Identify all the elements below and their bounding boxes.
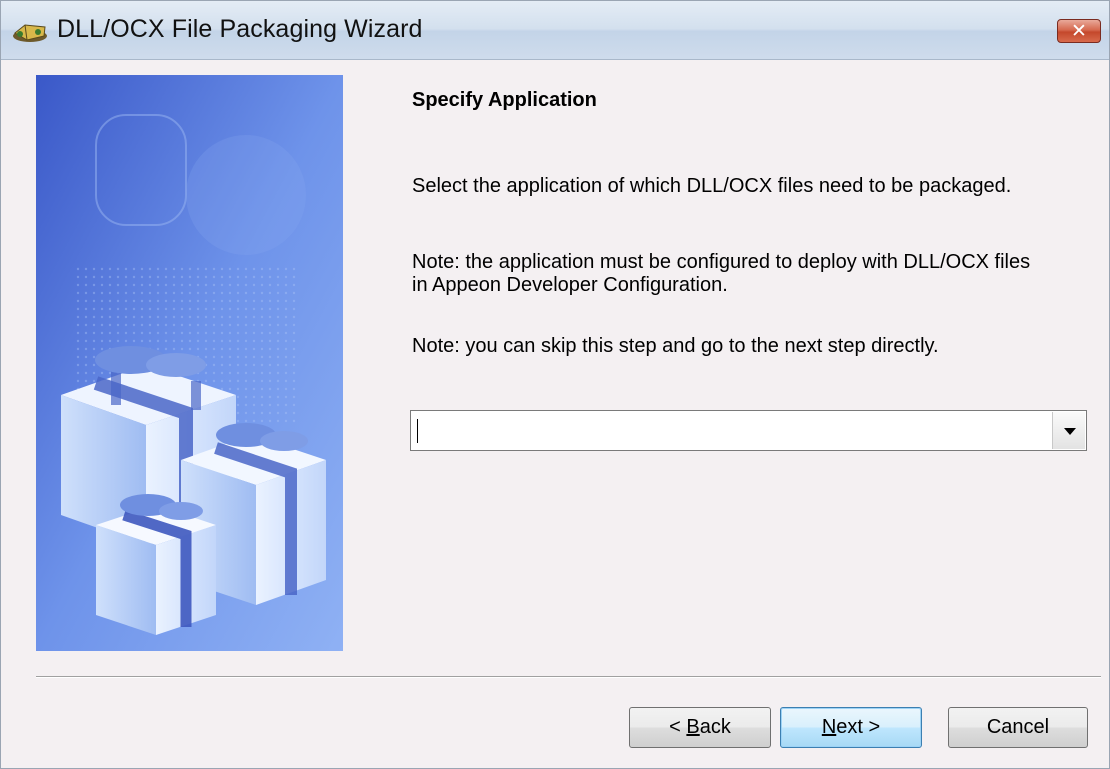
close-icon: ✕: [1071, 20, 1087, 42]
package-icon: [13, 24, 47, 42]
note-skip-text: Note: you can skip this step and go to t…: [412, 335, 939, 357]
title-bar[interactable]: DLL/OCX File Packaging Wizard ✕: [1, 1, 1109, 60]
chevron-down-icon: [1064, 428, 1076, 435]
gift-boxes-illustration: [36, 75, 343, 651]
dropdown-button[interactable]: [1052, 412, 1085, 449]
button-divider: [36, 676, 1101, 678]
close-button[interactable]: ✕: [1057, 19, 1101, 43]
wizard-window: DLL/OCX File Packaging Wizard ✕ Specify …: [0, 0, 1110, 769]
page-heading: Specify Application: [412, 89, 597, 111]
application-select[interactable]: [410, 410, 1087, 451]
text-caret: [417, 419, 418, 443]
next-label-accel: N: [821, 716, 837, 738]
note-config-line-1: Note: the application must be configured…: [412, 251, 1031, 273]
window-title: DLL/OCX File Packaging Wizard: [57, 15, 423, 43]
next-label-rest: ext >: [836, 716, 881, 738]
back-label-accel: B: [686, 716, 700, 738]
back-label-rest: ack: [699, 716, 731, 738]
instruction-text: Select the application of which DLL/OCX …: [412, 175, 1012, 197]
cancel-button[interactable]: Cancel: [948, 707, 1088, 748]
back-button[interactable]: < Back: [629, 707, 771, 748]
note-config-line-2: in Appeon Developer Configuration.: [412, 274, 728, 296]
next-button[interactable]: Next >: [780, 707, 922, 748]
back-label-prefix: <: [669, 716, 687, 738]
